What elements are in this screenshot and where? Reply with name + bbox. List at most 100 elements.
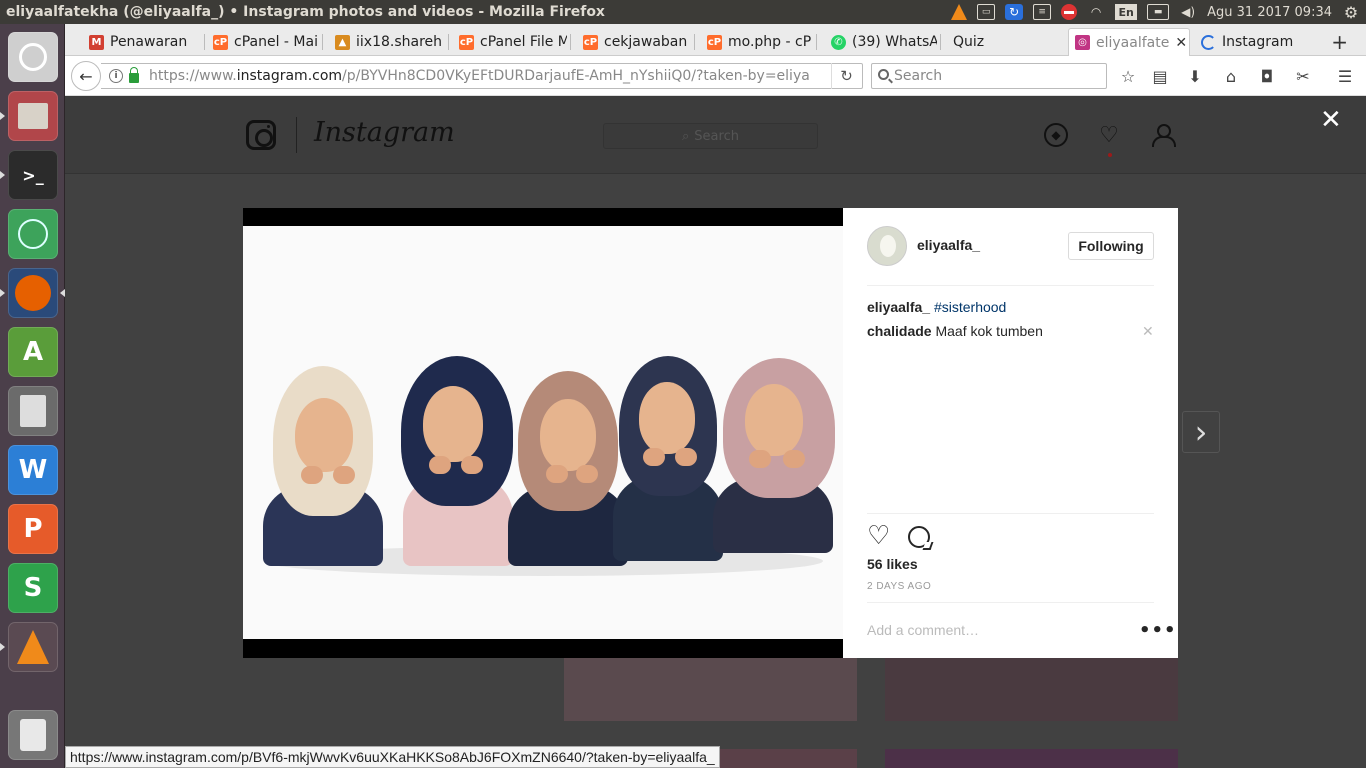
- window-title: eliyaalfatekha (@eliyaalfa_) • Instagram…: [6, 4, 605, 20]
- caption: eliyaalfa_ #sisterhood: [867, 299, 1006, 315]
- tab-instagram[interactable]: Instagram: [1195, 28, 1311, 56]
- cpanel-icon: cP: [459, 34, 474, 50]
- instagram-search-input[interactable]: ⌕ Search: [603, 123, 818, 149]
- system-tray: ▭ ↻ ≡ ◠ En ▬ ◀) Agu 31 2017 09:34 ⚙: [951, 0, 1360, 24]
- header-divider: [296, 117, 297, 153]
- site-info-icon[interactable]: i: [109, 69, 123, 83]
- caption-username[interactable]: eliyaalfa_: [867, 299, 930, 315]
- download-icon[interactable]: ⬇: [1185, 66, 1205, 86]
- tab-bar: M Penawaran cP cPanel - Mai ▲ iix18.shar…: [65, 24, 1366, 56]
- author-username[interactable]: eliyaalfa_: [917, 237, 980, 253]
- comment-bubble-icon[interactable]: [908, 526, 930, 548]
- profile-icon[interactable]: [1151, 123, 1176, 147]
- vlc-launcher[interactable]: [8, 622, 58, 672]
- tab-separator: [204, 34, 205, 50]
- tab-cpanel-file-manager[interactable]: cP cPanel File M: [453, 28, 567, 56]
- instagram-icon: ◎: [1075, 35, 1090, 50]
- tab-eliyaalfatekha[interactable]: ◎ eliyaalfate ✕: [1068, 28, 1190, 56]
- grid-thumbnail[interactable]: [885, 749, 1178, 768]
- search-icon: [878, 69, 889, 80]
- back-button[interactable]: ←: [71, 61, 101, 91]
- next-post-button[interactable]: ›: [1182, 411, 1220, 453]
- vlc-icon: [17, 630, 49, 664]
- page-content: Instagram ⌕ Search ◆ ♡ ✕ › eliyaalfa_ Fo…: [65, 97, 1366, 768]
- status-bar-link: https://www.instagram.com/p/BVf6-mkjWwvK…: [65, 746, 720, 768]
- atom-icon: [18, 219, 48, 249]
- cpanel-icon: cP: [707, 34, 722, 50]
- wps-writer-icon: W: [18, 455, 48, 485]
- atom-launcher[interactable]: [8, 209, 58, 259]
- trash-launcher[interactable]: [8, 710, 58, 760]
- author-avatar[interactable]: [867, 226, 907, 266]
- sync-tray-icon[interactable]: ↻: [1005, 4, 1024, 20]
- tab-cekjawaban[interactable]: cP cekjawaban: [577, 28, 691, 56]
- divider: [867, 602, 1154, 603]
- post-timestamp[interactable]: 2 DAYS AGO: [867, 581, 931, 592]
- url-bar[interactable]: i https://www. instagram.com/p/BYVHn8CD0V…: [101, 63, 863, 89]
- settings-gear-icon[interactable]: ⚙: [1342, 3, 1360, 22]
- list-tray-icon[interactable]: ≡: [1033, 4, 1052, 20]
- ubuntu-dash-button[interactable]: [8, 32, 58, 82]
- running-indicator: [0, 289, 5, 297]
- terminal-icon: >_: [22, 165, 44, 185]
- instagram-wordmark[interactable]: Instagram: [314, 117, 455, 148]
- activity-heart-icon[interactable]: ♡: [1097, 123, 1121, 148]
- cpanel-icon: cP: [583, 34, 598, 50]
- reload-button[interactable]: ↻: [831, 63, 861, 89]
- new-tab-button[interactable]: +: [1331, 30, 1348, 54]
- pocket-icon[interactable]: ◘: [1257, 66, 1277, 86]
- delete-comment-icon[interactable]: ✕: [1142, 324, 1154, 340]
- wps-presentation-launcher[interactable]: P: [8, 504, 58, 554]
- terminal-launcher[interactable]: >_: [8, 150, 58, 200]
- home-icon[interactable]: ⌂: [1221, 66, 1241, 86]
- keyboard-layout-indicator[interactable]: En: [1115, 4, 1138, 20]
- tab-quiz[interactable]: Quiz: [947, 28, 1059, 56]
- vlc-tray-icon[interactable]: [951, 4, 968, 20]
- chevron-right-icon: ›: [1194, 413, 1208, 451]
- caption-hashtag[interactable]: #sisterhood: [934, 299, 1006, 315]
- tab-separator: [694, 34, 695, 50]
- calculator-launcher[interactable]: [8, 386, 58, 436]
- url-path: /p/BYVHn8CD0VKyEFtDURDarjaufE-AmH_nYshii…: [342, 68, 810, 84]
- battery-icon[interactable]: ▬: [1147, 4, 1170, 20]
- tab-cpanel-mail[interactable]: cP cPanel - Mai: [207, 28, 319, 56]
- clock[interactable]: Agu 31 2017 09:34: [1207, 5, 1332, 20]
- files-launcher[interactable]: [8, 91, 58, 141]
- search-input[interactable]: Search: [871, 63, 1107, 89]
- post-photo[interactable]: [243, 226, 843, 639]
- grid-thumbnail[interactable]: [885, 658, 1178, 721]
- tab-penawaran[interactable]: M Penawaran: [83, 28, 201, 56]
- screenshot-icon[interactable]: ✂: [1293, 66, 1313, 86]
- blocked-tray-icon[interactable]: [1061, 4, 1078, 20]
- wps-writer-launcher[interactable]: W: [8, 445, 58, 495]
- tab-shareh[interactable]: ▲ iix18.shareh: [329, 28, 445, 56]
- instagram-search-placeholder: Search: [694, 128, 739, 144]
- menu-icon[interactable]: ☰: [1335, 66, 1355, 86]
- bookmark-star-icon[interactable]: ☆: [1118, 66, 1138, 86]
- more-options-icon[interactable]: •••: [1139, 620, 1177, 641]
- reading-list-icon[interactable]: ▤: [1150, 66, 1170, 86]
- share-icon: ▲: [335, 34, 350, 50]
- lock-icon: [129, 67, 139, 83]
- close-modal-button[interactable]: ✕: [1320, 105, 1342, 135]
- likes-count[interactable]: 56 likes: [867, 556, 918, 572]
- tab-mo-php[interactable]: cP mo.php - cP: [701, 28, 813, 56]
- following-button[interactable]: Following: [1068, 232, 1154, 260]
- android-studio-icon: A: [22, 337, 44, 367]
- tab-separator: [448, 34, 449, 50]
- instagram-camera-icon[interactable]: [246, 120, 276, 150]
- wps-spreadsheet-launcher[interactable]: S: [8, 563, 58, 613]
- like-heart-icon[interactable]: ♡: [867, 523, 893, 549]
- add-comment-input[interactable]: Add a comment…: [867, 622, 979, 638]
- monitor-tray-icon[interactable]: ▭: [977, 4, 996, 20]
- grid-thumbnail[interactable]: [564, 658, 857, 721]
- tab-whatsapp[interactable]: ✆ (39) WhatsA: [825, 28, 937, 56]
- android-studio-launcher[interactable]: A: [8, 327, 58, 377]
- running-indicator: [0, 643, 5, 651]
- explore-compass-icon[interactable]: ◆: [1044, 123, 1068, 147]
- volume-icon[interactable]: ◀): [1179, 4, 1197, 20]
- firefox-launcher[interactable]: [8, 268, 58, 318]
- wifi-icon[interactable]: ◠: [1087, 4, 1105, 20]
- comment-username[interactable]: chalidade: [867, 323, 932, 339]
- close-tab-icon[interactable]: ✕: [1175, 35, 1187, 51]
